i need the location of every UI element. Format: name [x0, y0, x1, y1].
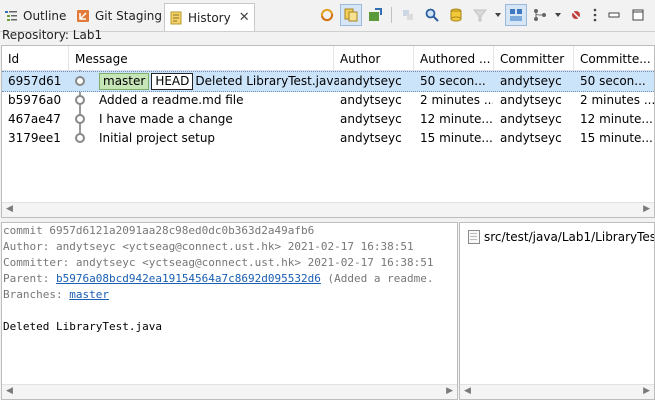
toolbar-separator: [391, 7, 392, 23]
settings-icon[interactable]: [565, 4, 587, 26]
git-staging-icon: [76, 9, 90, 23]
commit-message: Deleted LibraryTest.java: [195, 74, 339, 88]
history-icon: [169, 11, 183, 25]
compare-mode-icon[interactable]: [340, 4, 362, 26]
repository-icon[interactable]: [445, 4, 467, 26]
commit-id: 3179ee1: [8, 131, 61, 145]
close-icon[interactable]: ✕: [239, 10, 250, 25]
branch-ref-badge: master: [99, 73, 150, 90]
maximize-icon[interactable]: [627, 4, 649, 26]
commit-node: [75, 114, 85, 124]
commit-committed-date: 12 minute...: [580, 112, 653, 126]
changed-files-pane[interactable]: src/test/java/Lab1/LibraryTest.java ◀ ▶: [459, 222, 655, 400]
horizontal-scrollbar[interactable]: ◀ ▶: [460, 384, 654, 399]
filter-icon[interactable]: [397, 4, 419, 26]
scroll-right-icon[interactable]: ▶: [643, 386, 650, 396]
tab-outline[interactable]: Outline: [4, 4, 66, 28]
parent-commit-link[interactable]: b5976a08bcd942ea19154564a7c8692d095532d6: [56, 272, 321, 285]
scroll-right-icon[interactable]: ▶: [643, 204, 650, 214]
table-row[interactable]: 6957d61 master HEAD Deleted LibraryTest.ja…: [2, 71, 654, 92]
file-path: src/test/java/Lab1/LibraryTest.java: [484, 230, 654, 244]
tab-git-staging[interactable]: Git Staging: [76, 4, 162, 28]
commit-details-pane[interactable]: commit 6957d6121a2091aa28c98ed0dc0b363d2…: [1, 222, 458, 400]
commit-authored-date: 50 secon...: [420, 74, 486, 88]
branch-icon[interactable]: [529, 4, 551, 26]
column-header-author[interactable]: Author: [334, 46, 414, 70]
commit-committer: andytseyc: [500, 93, 562, 107]
author-line: Author: andytseyc <yctseag@connect.ust.h…: [3, 240, 414, 253]
branches-label: Branches:: [3, 288, 70, 301]
commit-node: [75, 133, 85, 143]
parent-line: Parent: b5976a08bcd942ea19154564a7c8692d…: [3, 271, 433, 287]
commit-message: Added a readme.md file: [99, 93, 244, 107]
table-row[interactable]: 467ae47 I have made a change andytseyc 1…: [2, 110, 654, 129]
commit-committed-date: 15 minute...: [580, 131, 653, 145]
column-header-committed[interactable]: Committe...: [574, 46, 654, 70]
column-header-id[interactable]: Id: [2, 46, 69, 70]
commit-committed-date: 2 minutes ...: [580, 93, 654, 107]
column-header-authored[interactable]: Authored ...: [414, 46, 494, 70]
commit-committer: andytseyc: [500, 74, 562, 88]
chevron-down-icon[interactable]: [553, 4, 563, 26]
commit-message: Initial project setup: [99, 131, 216, 145]
scroll-left-icon[interactable]: ◀: [6, 204, 13, 214]
head-ref-badge: HEAD: [151, 73, 194, 90]
repository-label: Repository: Lab1: [2, 28, 103, 42]
changed-file-item[interactable]: src/test/java/Lab1/LibraryTest.java: [468, 228, 654, 246]
scroll-left-icon[interactable]: ◀: [6, 386, 13, 396]
commit-authored-date: 15 minute...: [420, 131, 493, 145]
table-row[interactable]: 3179ee1 Initial project setup andytseyc …: [2, 129, 654, 148]
parent-summary: (Added a readme.: [320, 272, 434, 285]
branch-link[interactable]: master: [69, 288, 109, 301]
commit-node: [75, 95, 85, 105]
commit-message-cell: master HEAD Deleted LibraryTest.java: [93, 72, 339, 91]
column-header-committer[interactable]: Committer: [494, 46, 574, 70]
commit-hash-line: commit 6957d6121a2091aa28c98ed0dc0b363d2…: [3, 224, 315, 237]
search-icon[interactable]: [421, 4, 443, 26]
tab-history[interactable]: History ✕: [164, 3, 255, 31]
scroll-right-icon[interactable]: ▶: [446, 386, 453, 396]
scroll-left-icon[interactable]: ◀: [464, 386, 471, 396]
commit-history-table: Id Message Author Authored ... Committer…: [1, 45, 655, 218]
tab-label: Git Staging: [95, 9, 163, 23]
branches-line: Branches: master: [3, 287, 433, 303]
horizontal-scrollbar[interactable]: ◀ ▶: [2, 384, 457, 399]
parent-label: Parent:: [3, 272, 56, 285]
commit-details-text: commit 6957d6121a2091aa28c98ed0dc0b363d2…: [3, 223, 433, 335]
view-menu-icon[interactable]: [589, 4, 601, 26]
tab-label: History: [188, 10, 231, 25]
history-toolbar: [316, 4, 649, 26]
table-row[interactable]: b5976a0 Added a readme.md file andytseyc…: [2, 91, 654, 110]
filter-resources-icon[interactable]: [469, 4, 491, 26]
commit-author: andytseyc: [340, 93, 402, 107]
chevron-down-icon[interactable]: [493, 4, 503, 26]
commit-id: b5976a0: [8, 93, 62, 107]
commit-author: andytseyc: [340, 74, 402, 88]
link-with-selection-icon[interactable]: [316, 4, 338, 26]
commit-authored-date: 2 minutes ...: [420, 93, 493, 107]
table-header: Id Message Author Authored ... Committer…: [2, 46, 654, 71]
commit-committer: andytseyc: [500, 131, 562, 145]
show-all-branches-icon[interactable]: [364, 4, 386, 26]
horizontal-scrollbar[interactable]: ◀ ▶: [2, 202, 654, 217]
commit-message-full: Deleted LibraryTest.java: [3, 320, 162, 333]
commit-author: andytseyc: [340, 131, 402, 145]
tab-label: Outline: [23, 9, 67, 23]
outline-icon: [4, 9, 18, 23]
commit-id: 6957d61: [8, 74, 62, 88]
commit-message: I have made a change: [99, 112, 233, 126]
commit-committer: andytseyc: [500, 112, 562, 126]
commit-node: [75, 76, 85, 86]
commit-committed-date: 50 secon...: [580, 74, 646, 88]
layout-icon[interactable]: [505, 4, 527, 26]
commit-author: andytseyc: [340, 112, 402, 126]
commit-id: 467ae47: [8, 112, 61, 126]
minimize-icon[interactable]: [603, 4, 625, 26]
commit-authored-date: 12 minute...: [420, 112, 493, 126]
file-icon: [468, 230, 480, 244]
column-header-message[interactable]: Message: [69, 46, 334, 70]
committer-line: Committer: andytseyc <yctseag@connect.us…: [3, 256, 434, 269]
